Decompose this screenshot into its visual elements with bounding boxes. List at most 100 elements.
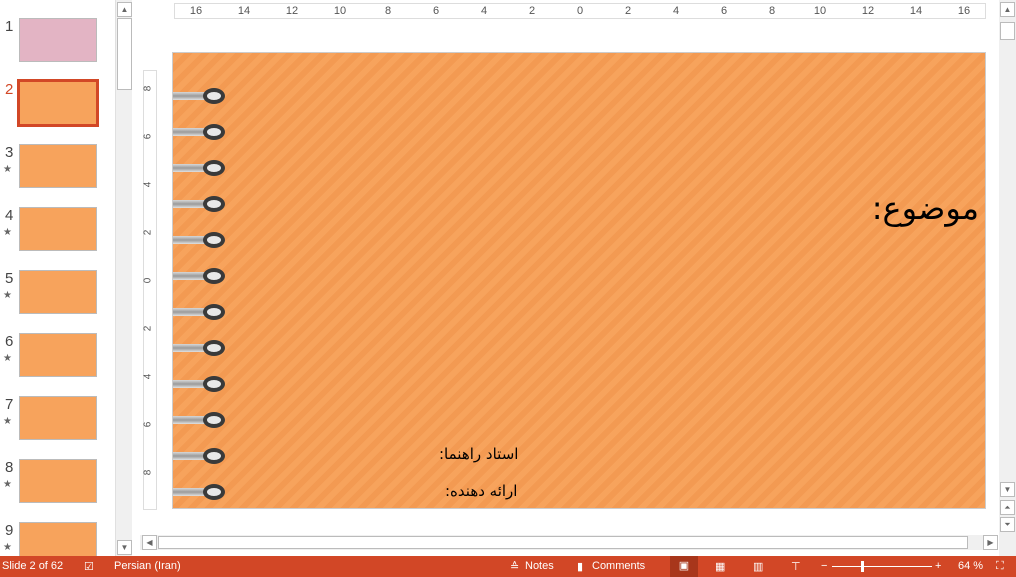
slide-thumbnail[interactable]: 1 [0, 18, 115, 78]
next-slide-button[interactable]: ⏷ [1000, 517, 1015, 532]
ruler-label: 12 [861, 5, 875, 17]
ruler-label: 4 [672, 5, 680, 17]
slide-title[interactable]: موضوع: [872, 189, 979, 227]
ruler-label: 0 [576, 5, 584, 17]
slide-sorter-button[interactable]: ▦ [715, 560, 725, 573]
slide-thumbnail[interactable]: 6 ★ [0, 333, 115, 393]
slide-number: 2 [5, 81, 14, 98]
slide-number: 7 [5, 396, 14, 413]
thumbnail-image [17, 79, 99, 127]
thumbnail-image [19, 18, 97, 62]
previous-slide-button[interactable]: ⏶ [1000, 500, 1015, 515]
slide-thumbnail[interactable]: 5 ★ [0, 270, 115, 330]
animation-star-icon: ★ [3, 542, 12, 553]
scroll-up-button[interactable]: ▲ [1000, 2, 1015, 17]
comments-icon[interactable]: ▮ [577, 560, 583, 573]
editor-scrollbar[interactable]: ▲ ▼ ⏶ ⏷ [999, 0, 1016, 556]
thumbnail-image [19, 522, 97, 556]
normal-view-button[interactable]: ▣ [670, 556, 698, 577]
spiral-ring [173, 196, 225, 212]
notes-button[interactable]: Notes [525, 560, 554, 572]
ruler-label: 2 [528, 5, 536, 17]
ruler-label: 14 [237, 5, 251, 17]
presenter-label[interactable]: ارائه دهنده: [445, 482, 517, 500]
status-bar: Slide 2 of 62 ☑ Persian (Iran) ≙ Notes ▮… [0, 556, 1016, 577]
slide-thumbnail[interactable]: 7 ★ [0, 396, 115, 456]
ruler-label: 10 [333, 5, 347, 17]
slide-thumbnail[interactable]: 8 ★ [0, 459, 115, 519]
ruler-label: 4 [142, 181, 154, 188]
slide-number: 8 [5, 459, 14, 476]
ruler-label: 16 [957, 5, 971, 17]
ruler-label: 16 [189, 5, 203, 17]
animation-star-icon: ★ [3, 290, 12, 301]
ruler-label: 4 [480, 5, 488, 17]
animation-star-icon: ★ [3, 479, 12, 490]
slide-number: 9 [5, 522, 14, 539]
thumbnail-image [19, 270, 97, 314]
scroll-right-button[interactable]: ▶ [983, 535, 998, 550]
animation-star-icon: ★ [3, 353, 12, 364]
spiral-ring [173, 160, 225, 176]
animation-star-icon: ★ [3, 227, 12, 238]
ruler-label: 10 [813, 5, 827, 17]
ruler-label: 12 [285, 5, 299, 17]
ruler-label: 4 [142, 373, 154, 380]
ruler-label: 8 [384, 5, 392, 17]
spiral-ring [173, 124, 225, 140]
zoom-out-button[interactable]: − [821, 560, 827, 572]
slideshow-button[interactable]: ⊤ [791, 560, 801, 573]
spellcheck-icon[interactable]: ☑ [84, 560, 94, 573]
ruler-label: 2 [142, 229, 154, 236]
zoom-slider-thumb[interactable] [861, 561, 864, 572]
spiral-ring [173, 88, 225, 104]
language-indicator[interactable]: Persian (Iran) [114, 560, 181, 572]
fit-to-window-icon[interactable]: ⛶ [996, 560, 1004, 573]
scroll-left-button[interactable]: ◀ [142, 535, 157, 550]
scroll-down-button[interactable]: ▼ [117, 540, 132, 555]
thumbnail-scrollbar[interactable]: ▲ ▼ [115, 0, 132, 556]
scroll-thumb[interactable] [1000, 22, 1015, 40]
scroll-up-button[interactable]: ▲ [117, 2, 132, 17]
comments-button[interactable]: Comments [592, 560, 645, 572]
zoom-slider[interactable] [832, 566, 932, 567]
supervisor-label[interactable]: استاد راهنما: [439, 445, 518, 463]
ruler-label: 2 [624, 5, 632, 17]
spiral-ring [173, 412, 225, 428]
thumbnail-image [19, 333, 97, 377]
slide-thumbnail-pane: 1 2 3 ★ 4 ★ 5 ★ 6 ★ 7 ★ 8 ★ 9 ★ [0, 0, 115, 556]
slide-number: 5 [5, 270, 14, 287]
ruler-label: 8 [768, 5, 776, 17]
spiral-ring [173, 340, 225, 356]
scroll-thumb[interactable] [117, 18, 132, 90]
slide-thumbnail[interactable]: 9 ★ [0, 522, 115, 556]
slide-thumbnail[interactable]: 2 [0, 79, 115, 141]
horizontal-ruler: 16 14 12 10 8 6 4 2 0 2 4 6 8 10 12 14 16 [174, 3, 986, 19]
slide-thumbnail[interactable]: 4 ★ [0, 207, 115, 267]
slide-number: 3 [5, 144, 14, 161]
ruler-label: 2 [142, 325, 154, 332]
ruler-label: 8 [142, 469, 154, 476]
slide-number: 1 [5, 18, 14, 35]
horizontal-scrollbar[interactable]: ◀ ▶ [140, 535, 998, 550]
spiral-ring [173, 304, 225, 320]
notes-icon[interactable]: ≙ [510, 560, 519, 573]
scroll-down-button[interactable]: ▼ [1000, 482, 1015, 497]
zoom-in-button[interactable]: + [935, 560, 941, 572]
spiral-ring [173, 268, 225, 284]
slide-canvas[interactable]: موضوع: استاد راهنما: ارائه دهنده: [172, 52, 986, 509]
scroll-thumb[interactable] [158, 536, 968, 549]
zoom-level[interactable]: 64 % [958, 560, 983, 572]
spiral-ring [173, 448, 225, 464]
spiral-ring [173, 376, 225, 392]
reading-view-button[interactable]: ▥ [753, 560, 763, 573]
ruler-label: 6 [142, 133, 154, 140]
slide-number: 4 [5, 207, 14, 224]
thumbnail-image [19, 144, 97, 188]
ruler-label: 6 [720, 5, 728, 17]
vertical-ruler: 8 6 4 2 0 2 4 6 8 [142, 70, 157, 510]
ruler-label: 8 [142, 85, 154, 92]
thumbnail-image [19, 459, 97, 503]
ruler-label: 0 [142, 277, 154, 284]
slide-thumbnail[interactable]: 3 ★ [0, 144, 115, 204]
